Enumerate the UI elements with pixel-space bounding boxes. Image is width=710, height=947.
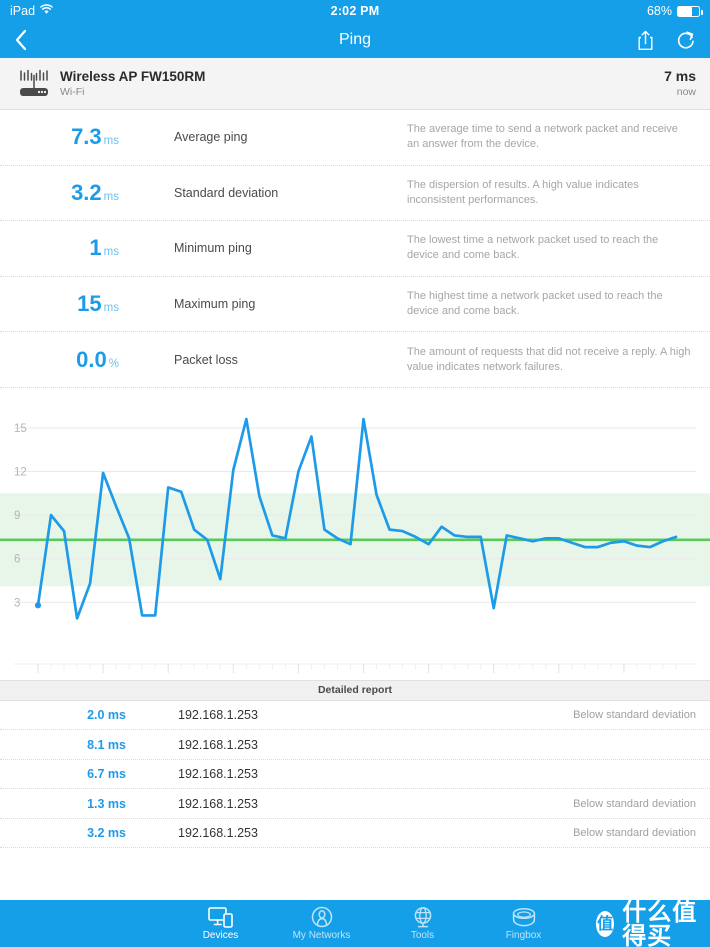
row-ip: 192.168.1.253 [178, 737, 258, 752]
stat-value: 0.0% [14, 346, 119, 372]
watermark: 值 什么值得买 [596, 900, 710, 947]
tab-bar-items: Devices My Networks Tools Fingbox [170, 906, 574, 941]
ping-chart: 3 6 9 12 15 [0, 387, 710, 680]
ping-chart-canvas: 3 6 9 12 15 [0, 417, 710, 673]
tab-fingbox[interactable]: Fingbox [473, 906, 574, 941]
stat-label: Standard deviation [174, 185, 279, 200]
table-row[interactable]: 8.1 ms 192.168.1.253 [0, 730, 710, 760]
y-axis-tick-label: 15 [14, 423, 27, 435]
stat-description: The dispersion of results. A high value … [407, 178, 639, 206]
refresh-button[interactable] [676, 30, 696, 51]
series-start-point [34, 602, 42, 609]
share-icon [638, 30, 653, 50]
share-button[interactable] [637, 30, 654, 51]
row-latency: 8.1 ms [87, 737, 126, 752]
table-row[interactable]: 6.7 ms 192.168.1.253 [0, 760, 710, 790]
tab-label: My Networks [292, 930, 351, 941]
device-name: Wireless AP FW150RM [60, 68, 206, 84]
stat-unit: % [108, 357, 119, 370]
tab-label: Fingbox [505, 930, 542, 941]
stat-value: 3.2 ms [14, 179, 119, 205]
tab-tools[interactable]: Tools [372, 906, 473, 941]
app-root: iPad 2:02 PM 68% Ping Wireless AP FW150R… [0, 0, 710, 947]
row-note: Below standard deviation [573, 797, 696, 810]
stat-label: Average ping [174, 130, 248, 145]
device-latency-block: 7 ms now [664, 68, 696, 100]
row-ip: 192.168.1.253 [178, 796, 258, 811]
y-axis-tick-label: 6 [14, 554, 20, 566]
stat-number: 15 [77, 291, 102, 317]
table-row[interactable]: 1.3 ms 192.168.1.253 Below standard devi… [0, 789, 710, 819]
y-axis-tick-label: 12 [14, 466, 27, 478]
stat-row-maximum-ping: 15 ms Maximum ping The highest time a net… [0, 277, 710, 333]
refresh-icon [677, 31, 694, 49]
tab-label: Devices [202, 930, 239, 941]
stat-number: 3.2 [71, 179, 102, 205]
status-bar: iPad 2:02 PM 68% [0, 0, 710, 22]
stat-row-packet-loss: 0.0% Packet loss The amount of requests … [0, 332, 710, 388]
row-note: Below standard deviation [573, 827, 696, 840]
stat-row-minimum-ping: 1 ms Minimum ping The lowest time a netwo… [0, 221, 710, 277]
stat-number: 1 [89, 235, 102, 261]
stat-value: 7.3 ms [14, 126, 119, 148]
stat-label: Minimum ping [174, 241, 252, 256]
stat-description: The average time to send a network packe… [407, 123, 678, 151]
detailed-report-list: 2.0 ms 192.168.1.253 Below standard devi… [0, 701, 710, 849]
battery-icon [677, 5, 703, 17]
watermark-text: 什么值得买 [622, 897, 698, 947]
stat-number: 7.3 [71, 124, 102, 150]
stat-description: The highest time a network packet used t… [407, 290, 663, 318]
chevron-left-icon [15, 29, 27, 51]
page-title: Ping [338, 31, 372, 48]
row-latency: 3.2 ms [87, 826, 126, 841]
row-latency: 2.0 ms [87, 708, 126, 723]
watermark-badge: 值 [596, 910, 615, 937]
table-row[interactable]: 3.2 ms 192.168.1.253 Below standard devi… [0, 819, 710, 849]
stat-label: Maximum ping [174, 297, 256, 312]
stat-row-standard-deviation: 3.2 ms Standard deviation The dispersion … [0, 166, 710, 222]
row-ip: 192.168.1.253 [178, 826, 258, 841]
tab-devices[interactable]: Devices [170, 906, 271, 941]
row-note: Below standard deviation [573, 709, 696, 722]
stat-unit: ms [103, 190, 119, 203]
router-icon [14, 69, 54, 99]
stat-value: 15 ms [14, 293, 119, 315]
tab-label: Tools [410, 930, 435, 941]
battery-percent-label: 68% [646, 4, 672, 18]
device-connection: Wi-Fi [60, 85, 85, 98]
row-latency: 6.7 ms [87, 767, 126, 782]
device-header[interactable]: Wireless AP FW150RM Wi-Fi 7 ms now [0, 58, 710, 110]
row-latency: 1.3 ms [87, 796, 126, 811]
y-axis-tick-label: 3 [14, 597, 20, 609]
device-latency: 7 ms [664, 67, 696, 84]
devices-icon [207, 906, 234, 928]
person-icon [310, 906, 334, 928]
stat-label: Packet loss [174, 352, 238, 367]
stat-value: 1 ms [14, 237, 119, 259]
row-ip: 192.168.1.253 [178, 767, 258, 782]
stat-description: The amount of requests that did not rece… [407, 345, 691, 373]
detailed-report-header: Detailed report [0, 679, 710, 701]
stat-description: The lowest time a network packet used to… [407, 234, 659, 262]
nav-bar: Ping [0, 22, 710, 58]
stats-list: 7.3 ms Average ping The average time to s… [0, 110, 710, 388]
stat-unit: ms [103, 135, 119, 148]
stat-unit: ms [103, 246, 119, 259]
tab-bar: Devices My Networks Tools Fingbox 值 什么值得… [0, 900, 710, 947]
y-axis-tick-label: 9 [14, 510, 20, 522]
nav-bar-actions [637, 30, 696, 51]
stat-unit: ms [103, 302, 119, 315]
globe-icon [411, 906, 435, 928]
fingbox-icon [511, 906, 537, 928]
stat-number: 0.0 [76, 346, 107, 372]
tab-my-networks[interactable]: My Networks [271, 906, 372, 941]
table-row[interactable]: 2.0 ms 192.168.1.253 Below standard devi… [0, 701, 710, 731]
stat-row-average-ping: 7.3 ms Average ping The average time to s… [0, 110, 710, 166]
status-bar-clock: 2:02 PM [330, 4, 380, 18]
row-ip: 192.168.1.253 [178, 708, 258, 723]
device-info: Wireless AP FW150RM Wi-Fi [60, 68, 205, 100]
status-bar-right: 68% [646, 4, 703, 18]
device-updated: now [676, 85, 696, 98]
back-button[interactable] [14, 29, 28, 51]
